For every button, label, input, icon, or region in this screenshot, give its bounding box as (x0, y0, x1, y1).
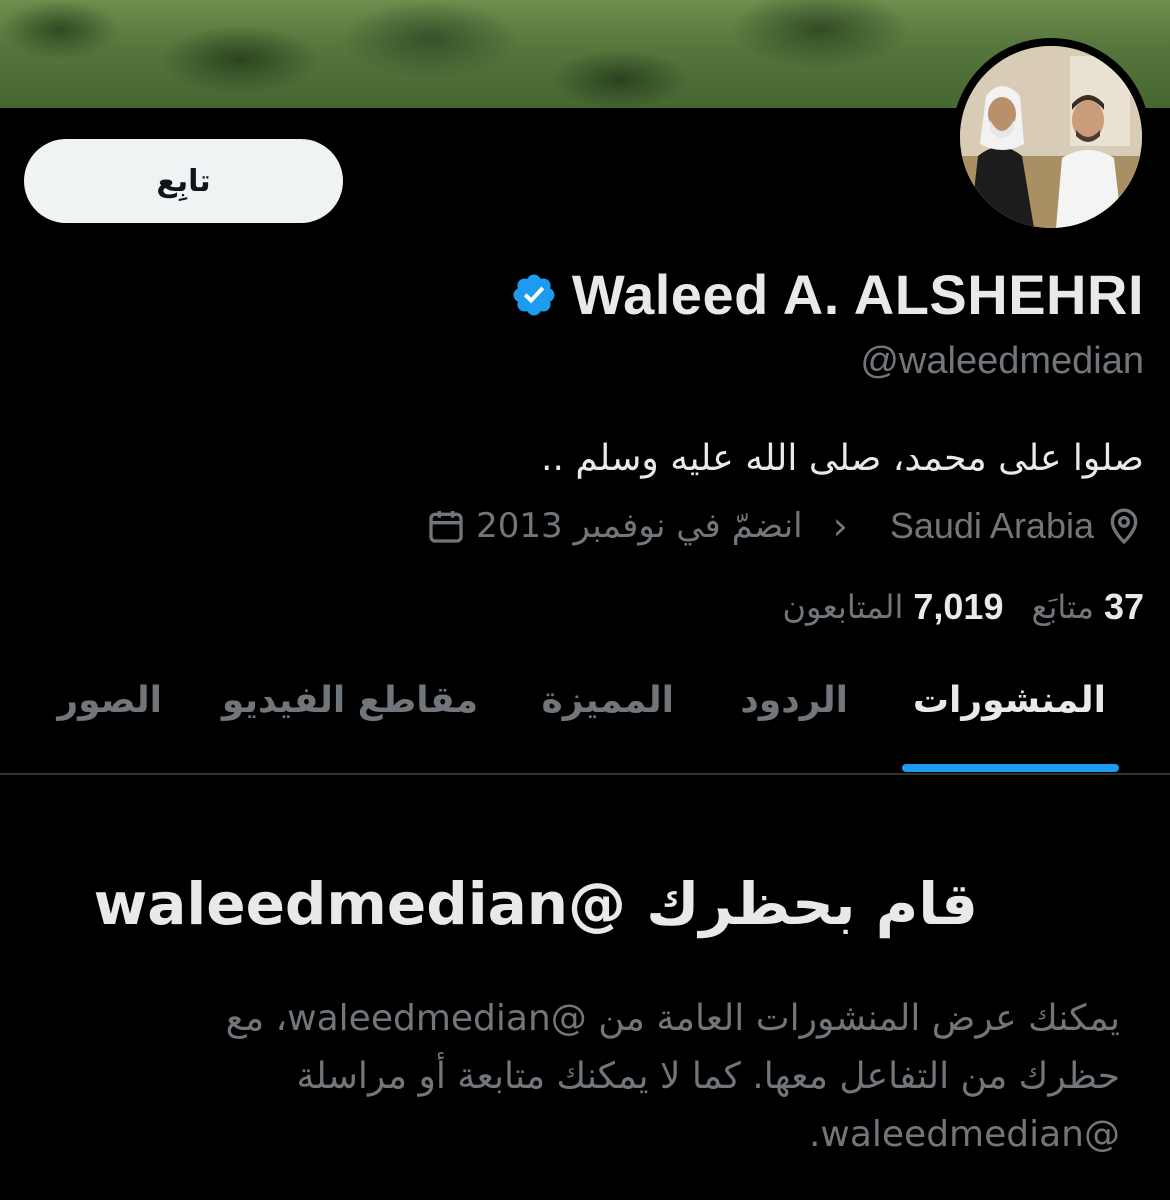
tab-highlights[interactable]: المميزة (542, 680, 674, 721)
profile-location: Saudi Arabia (889, 505, 1094, 546)
profile-name-row: Waleed A. ALSHEHRI (510, 262, 1144, 327)
profile-meta: Saudi Arabia ‹ انضمّ في نوفمبر 2013 (426, 504, 1144, 548)
blocked-message-line: يمكنك عرض المنشورات العامة من @waleedmed… (225, 998, 1120, 1039)
display-name: Waleed A. ALSHEHRI (571, 263, 1144, 326)
active-tab-indicator (902, 764, 1119, 772)
location-pin-icon (1110, 508, 1138, 545)
blocked-message-line: @waleedmedian. (808, 1114, 1120, 1155)
verified-badge-icon (513, 274, 555, 315)
tab-replies[interactable]: الردود (740, 680, 848, 721)
profile-stats: 37 متابَع 7,019 المتابعون (782, 586, 1144, 628)
avatar[interactable] (952, 38, 1150, 236)
calendar-icon (429, 511, 463, 543)
tab-posts[interactable]: المنشورات (913, 680, 1106, 721)
tab-videos[interactable]: مقاطع الفيديو (222, 680, 478, 721)
tabs-divider (0, 773, 1170, 775)
followers-stat[interactable]: 7,019 المتابعون (782, 586, 1003, 628)
chevron-left-icon: ‹ (832, 504, 848, 548)
profile-handle: @waleedmedian (860, 340, 1144, 382)
tab-photos[interactable]: الصور (57, 680, 162, 721)
following-count: 37 (1103, 586, 1144, 627)
profile-joined-date: انضمّ في نوفمبر 2013 (476, 506, 803, 546)
profile-bio: صلوا على محمد، صلى الله عليه وسلم .. (541, 438, 1144, 479)
blocked-message-line: حظرك من التفاعل معها. كما لا يمكنك متابع… (296, 1056, 1121, 1097)
following-label: متابَع (1031, 588, 1094, 626)
profile-tabs: المنشورات الردود المميزة مقاطع الفيديو ا… (0, 660, 1170, 774)
following-stat[interactable]: 37 متابَع (1031, 586, 1144, 628)
blocked-title: قام بحظرك @waleedmedian (93, 870, 978, 938)
profile-photo-icon (960, 46, 1142, 228)
follow-button[interactable]: تابِع (24, 139, 343, 223)
followers-count: 7,019 (913, 586, 1004, 627)
followers-label: المتابعون (782, 588, 904, 626)
blocked-message: يمكنك عرض المنشورات العامة من @waleedmed… (140, 990, 1120, 1164)
